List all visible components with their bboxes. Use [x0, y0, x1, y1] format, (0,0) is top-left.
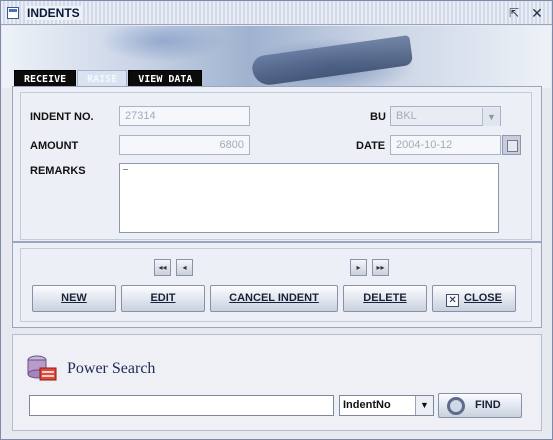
window-icon [7, 7, 19, 19]
tab-bar: RECEIVE RAISE VIEW DATA [14, 70, 203, 87]
delete-button[interactable]: DELETE [343, 285, 427, 312]
chevron-down-icon[interactable]: ▼ [482, 108, 500, 126]
find-button-label: FIND [475, 399, 501, 411]
close-box-icon: ✕ [446, 294, 460, 307]
search-input[interactable] [29, 395, 334, 416]
tab-view-data[interactable]: VIEW DATA [128, 70, 203, 87]
restore-icon[interactable]: ⇱ [506, 5, 522, 21]
remarks-textarea[interactable] [119, 163, 499, 233]
find-button[interactable]: FIND [438, 393, 522, 418]
close-button-label: CLOSE [464, 292, 502, 304]
last-record-icon[interactable]: ▸▸ [372, 259, 389, 276]
tab-raise[interactable]: RAISE [77, 70, 128, 87]
bu-label: BU [370, 111, 386, 123]
search-field-select[interactable]: IndentNo ▼ [339, 395, 434, 416]
calendar-icon[interactable] [502, 135, 521, 155]
text-caret [123, 169, 128, 170]
edit-button[interactable]: EDIT [121, 285, 205, 312]
indent-no-field[interactable]: 27314 [119, 106, 250, 126]
date-field[interactable]: 2004-10-12 [390, 135, 501, 155]
indent-no-label: INDENT NO. [30, 111, 94, 123]
amount-label: AMOUNT [30, 140, 79, 152]
next-record-icon[interactable]: ▸ [350, 259, 367, 276]
previous-record-icon[interactable]: ◂ [176, 259, 193, 276]
search-field-value: IndentNo [343, 399, 391, 411]
first-record-icon[interactable]: ◂◂ [154, 259, 171, 276]
remarks-label: REMARKS [30, 165, 86, 177]
power-search-title: Power Search [67, 360, 156, 377]
close-icon[interactable]: ✕ [529, 5, 545, 21]
title-bar[interactable]: INDENTS ⇱ ✕ [1, 1, 552, 25]
database-search-icon [27, 355, 57, 381]
close-button[interactable]: ✕ CLOSE [432, 285, 516, 312]
new-button[interactable]: NEW [32, 285, 116, 312]
chevron-down-icon[interactable]: ▼ [415, 396, 433, 415]
date-label: DATE [356, 140, 386, 152]
search-icon [447, 397, 465, 415]
banner-graphic [250, 35, 414, 87]
tab-receive[interactable]: RECEIVE [14, 70, 77, 87]
cancel-indent-button[interactable]: CANCEL INDENT [210, 285, 338, 312]
amount-field[interactable]: 6800 [119, 135, 250, 155]
bu-value: BKL [396, 110, 417, 122]
bu-select[interactable]: BKL ▼ [390, 106, 501, 126]
window-title: INDENTS [25, 6, 82, 20]
